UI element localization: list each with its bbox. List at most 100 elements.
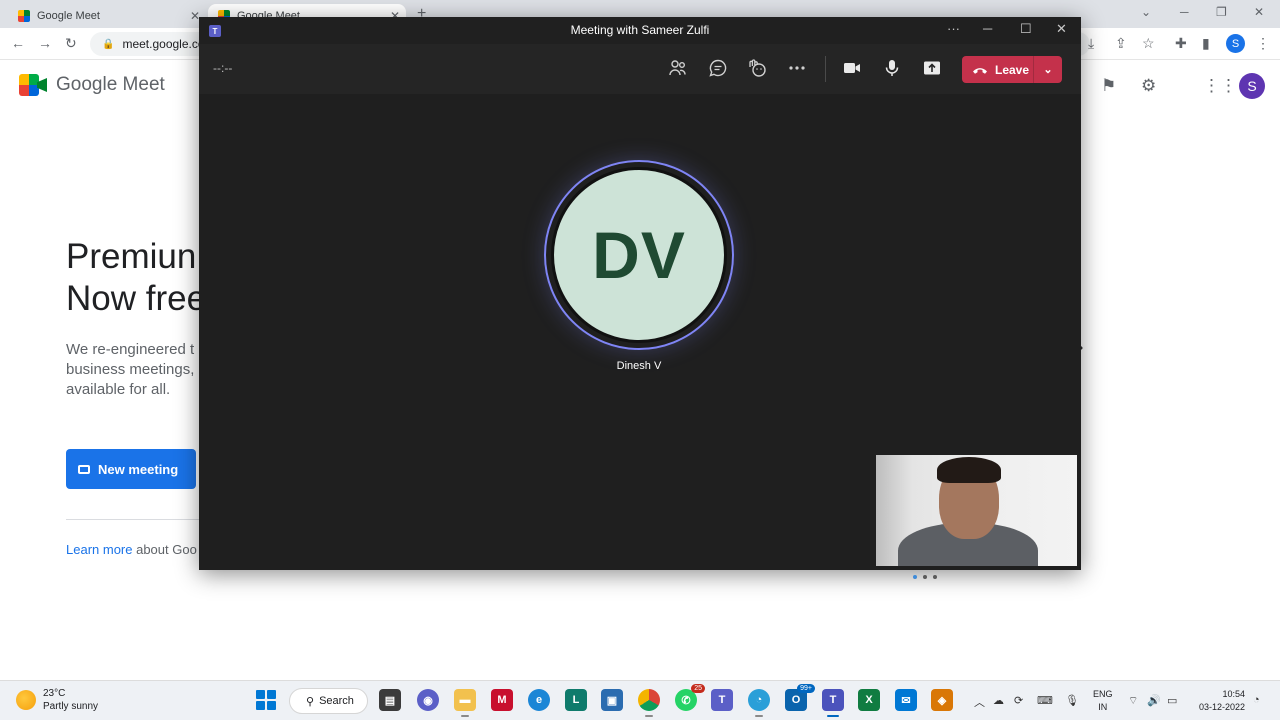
participant-avatar[interactable]: DV (551, 167, 727, 343)
minimize-icon[interactable]: ─ (1180, 5, 1189, 19)
input-language-indicator[interactable]: ENG IN (1093, 688, 1113, 714)
restore-icon[interactable]: ❐ (1216, 5, 1227, 19)
meeting-timer: --:-- (213, 61, 233, 75)
teams-icon[interactable]: T (711, 689, 733, 711)
participant-name: Dinesh V (616, 360, 662, 372)
clock-date: 03-12-2022 (1198, 702, 1245, 712)
weather-temp: 23°C (43, 688, 66, 699)
logo-text: Google Meet (56, 74, 165, 95)
sync-icon[interactable]: ⟳ (1014, 694, 1023, 707)
excel-icon[interactable]: X (858, 689, 880, 711)
camera-icon[interactable] (842, 58, 862, 78)
page-indicator (913, 575, 937, 579)
page-headline: Premiun Now free (66, 236, 206, 320)
teams-work-icon[interactable]: T (822, 689, 844, 717)
google-meet-logo[interactable]: Google Meet (19, 74, 165, 96)
learn-more-suffix: about Goo (132, 542, 197, 557)
back-icon[interactable]: ← (11, 35, 25, 51)
side-panel-icon[interactable]: ▮ (1202, 35, 1210, 52)
system-clock[interactable]: 10:54 03-12-2022 (1193, 688, 1245, 714)
people-icon[interactable] (668, 58, 688, 78)
settings-gear-icon[interactable]: ⚙ (1141, 76, 1156, 96)
self-video-preview[interactable] (876, 455, 1077, 566)
page-dot[interactable] (913, 575, 917, 579)
whatsapp-icon[interactable]: ✆ 25 (675, 684, 705, 711)
lang-region: IN (1098, 702, 1108, 712)
more-options-icon[interactable]: ··· (947, 21, 960, 36)
close-window-icon[interactable]: ✕ (1254, 5, 1264, 19)
outlook-icon[interactable]: O 99+ (785, 684, 815, 711)
bookmark-star-icon[interactable]: ☆ (1142, 35, 1155, 52)
headline-line: Premiun (66, 237, 197, 276)
leave-options-chevron-icon[interactable]: ⌄ (1034, 63, 1062, 76)
maximize-icon[interactable]: ☐ (1020, 21, 1032, 37)
mic-tray-icon[interactable]: 🎙 (1065, 694, 1079, 707)
url-text: meet.google.co (122, 37, 205, 51)
share-screen-icon[interactable] (922, 58, 942, 78)
mcafee-icon[interactable]: M (491, 689, 513, 711)
extensions-icon[interactable]: ✚ (1175, 35, 1187, 52)
subtitle-line: available for all. (66, 381, 171, 398)
libreoffice-icon[interactable]: L (565, 689, 587, 711)
battery-icon[interactable]: ▭ (1167, 694, 1177, 707)
teams-meeting-window: T Meeting with Sameer Zulfi ··· ─ ☐ ✕ --… (199, 17, 1081, 579)
windows-taskbar: 23°C Partly sunny ⚲ Search ▤ ◉ ▬ M e L ▣… (0, 680, 1280, 720)
photo-app-icon[interactable]: ◈ (931, 689, 953, 711)
search-icon: ⚲ (306, 695, 315, 708)
meeting-controls-bar: --:-- Leave ⌄ (199, 44, 1081, 94)
clock-time: 10:54 (1222, 689, 1245, 699)
show-hidden-icons-chevron-icon[interactable]: ︿ (974, 694, 985, 710)
partly-sunny-icon (16, 690, 36, 710)
close-window-icon[interactable]: ✕ (1056, 21, 1067, 37)
leave-button[interactable]: Leave ⌄ (962, 56, 1062, 83)
subtitle-line: We re-engineered t (66, 341, 195, 358)
browser-tab[interactable]: Google Meet ✕ (8, 4, 206, 28)
google-meet-favicon-icon (18, 10, 30, 22)
file-explorer-icon[interactable]: ▬ (454, 689, 476, 717)
new-meeting-label: New meeting (98, 461, 179, 477)
weather-desc: Partly sunny (43, 701, 99, 712)
task-view-icon[interactable]: ▤ (379, 689, 401, 711)
minimize-icon[interactable]: ─ (983, 21, 992, 36)
teams-chat-icon[interactable]: ◉ (417, 689, 439, 711)
subtitle-line: business meetings, (66, 361, 195, 378)
microsoft-store-icon[interactable]: ▣ (601, 689, 623, 711)
reload-icon[interactable]: ↻ (65, 35, 77, 52)
page-dot[interactable] (923, 575, 927, 579)
chrome-menu-icon[interactable]: ⋮ (1256, 35, 1270, 52)
volume-icon[interactable]: 🔊 (1147, 694, 1161, 707)
mail-icon[interactable]: ✉ (895, 689, 917, 711)
install-icon[interactable]: ⤓ (1088, 35, 1094, 52)
windows-start-icon[interactable] (256, 690, 276, 710)
learn-more-text: Learn more about Goo (66, 542, 197, 557)
weather-widget[interactable]: 23°C Partly sunny (16, 687, 98, 713)
leave-button-main[interactable]: Leave (962, 56, 1034, 83)
phone-hangup-icon (973, 67, 987, 74)
apps-grid-icon[interactable]: ⋮⋮ (1203, 76, 1237, 96)
learn-more-link[interactable]: Learn more (66, 542, 132, 557)
more-actions-icon[interactable] (787, 58, 807, 78)
microphone-icon[interactable] (882, 58, 902, 78)
browser-profile-avatar[interactable]: S (1226, 34, 1245, 53)
notifications-icon[interactable]: ◔ (1253, 694, 1260, 706)
page-dot[interactable] (933, 575, 937, 579)
notification-badge: 25 (691, 684, 705, 693)
forward-icon[interactable]: → (38, 35, 52, 51)
react-hand-icon[interactable] (747, 58, 767, 78)
share-icon[interactable]: ⇪ (1115, 35, 1127, 52)
lang-code: ENG (1093, 689, 1113, 699)
feedback-icon[interactable]: ⚑ (1101, 76, 1116, 96)
taskbar-search-button[interactable]: ⚲ Search (289, 688, 368, 714)
browser-app-icon[interactable]: ◔ (748, 689, 770, 717)
wifi-icon[interactable]: ⌔ (1128, 694, 1138, 708)
tab-search-icon[interactable]: ⌄ (1141, 5, 1151, 19)
chrome-icon[interactable] (638, 689, 660, 717)
chat-icon[interactable] (708, 58, 728, 78)
edge-browser-icon[interactable]: e (528, 689, 550, 711)
keyboard-icon[interactable]: ⌨ (1037, 694, 1053, 707)
new-meeting-button[interactable]: New meeting (66, 449, 196, 489)
account-avatar[interactable]: S (1239, 73, 1265, 99)
meet-camera-logo-icon (19, 74, 47, 96)
divider (66, 519, 200, 520)
onedrive-cloud-icon[interactable]: ☁ (993, 694, 1004, 707)
